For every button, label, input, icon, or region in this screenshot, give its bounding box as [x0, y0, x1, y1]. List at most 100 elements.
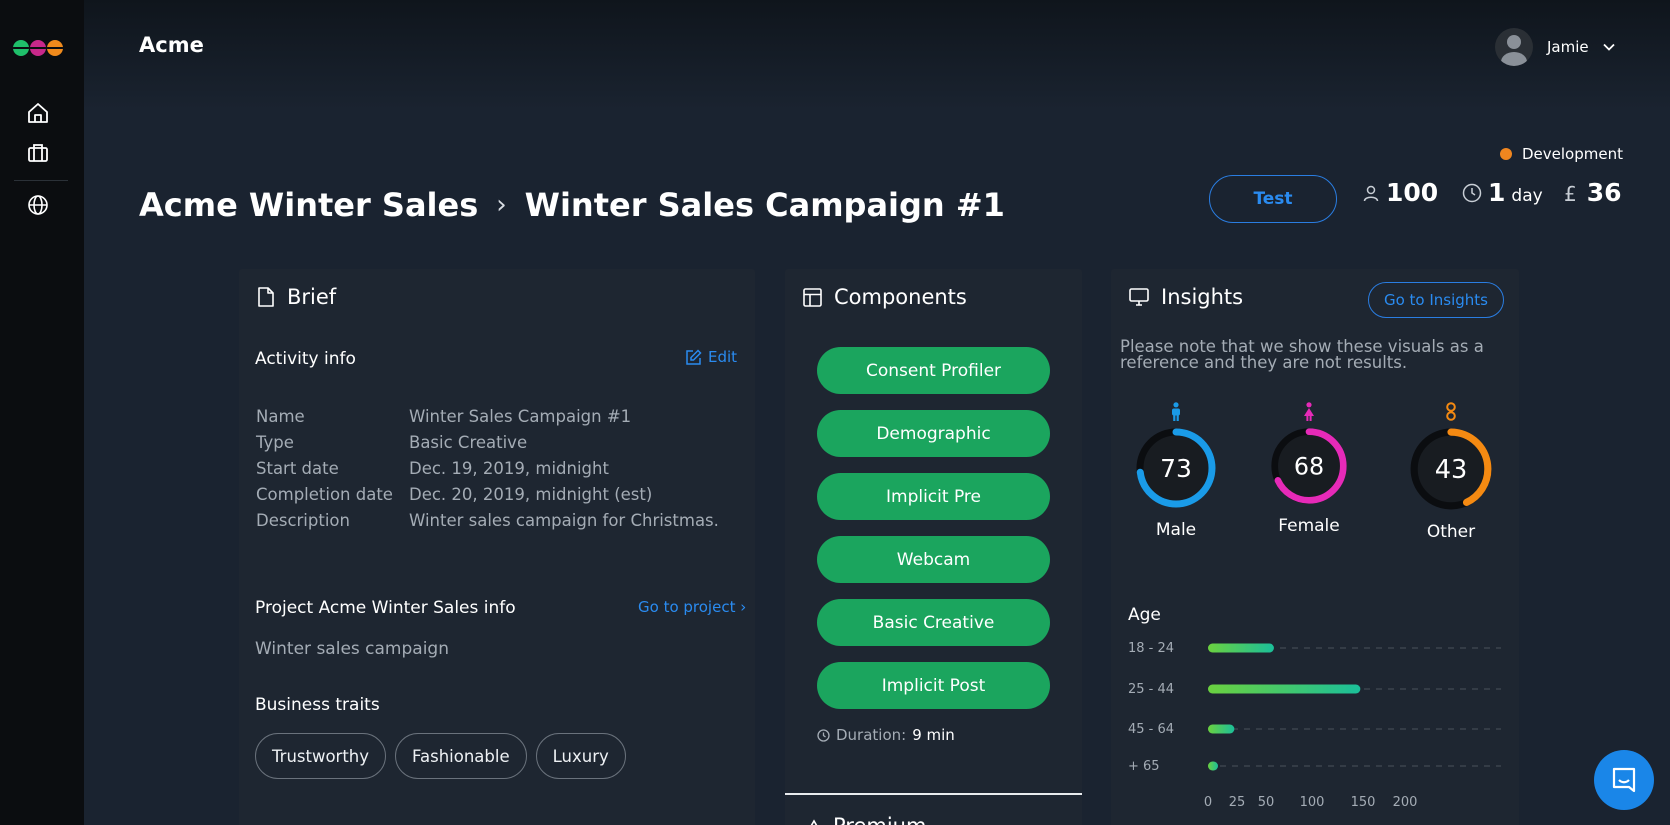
chat-launcher-button[interactable]: [1594, 750, 1654, 810]
info-value: Winter Sales Campaign #1: [409, 406, 632, 426]
brand-name: Acme: [139, 33, 204, 57]
currency-symbol: £: [1564, 182, 1577, 206]
info-value: Dec. 20, 2019, midnight (est): [409, 484, 653, 504]
components-duration: Duration: 9 min: [817, 726, 955, 744]
trait-chip[interactable]: Luxury: [535, 733, 626, 779]
duration-value: 1: [1488, 178, 1506, 207]
breadcrumb-separator: ›: [496, 190, 507, 220]
gender-female: 68 Female: [1269, 402, 1349, 536]
infinity-icon: [1446, 402, 1456, 421]
component-consent-profiler[interactable]: Consent Profiler: [817, 347, 1050, 394]
document-icon: [258, 287, 274, 307]
breadcrumb-project[interactable]: Acme Winter Sales: [139, 186, 478, 224]
info-value: Dec. 19, 2019, midnight: [409, 458, 609, 478]
go-to-insights-button[interactable]: Go to Insights: [1368, 282, 1504, 318]
participants-stat: 100: [1362, 178, 1438, 207]
sidebar-divider: [14, 180, 68, 181]
male-icon: [1172, 402, 1180, 421]
age-axis-tick: 50: [1258, 795, 1275, 810]
info-key: Name: [256, 406, 305, 426]
gauge-value: 43: [1435, 455, 1468, 485]
layout-icon: [803, 287, 822, 307]
top-bar: [84, 0, 1670, 110]
female-label: Female: [1278, 516, 1340, 536]
age-category-label: 18 - 24: [1128, 641, 1174, 656]
info-key: Completion date: [256, 484, 393, 504]
briefcase-icon[interactable]: [26, 141, 50, 165]
info-row: Start date Dec. 19, 2019, midnight: [256, 455, 719, 481]
component-implicit-post[interactable]: Implicit Post: [817, 662, 1050, 709]
info-row: Description Winter sales campaign for Chr…: [256, 507, 719, 533]
premium-icon: [810, 819, 818, 825]
age-axis-tick: 200: [1393, 795, 1418, 810]
component-basic-creative[interactable]: Basic Creative: [817, 599, 1050, 646]
project-info-title: Project Acme Winter Sales info: [255, 598, 516, 618]
project-description: Winter sales campaign: [255, 639, 449, 659]
app-logo[interactable]: [13, 40, 63, 56]
male-label: Male: [1155, 520, 1197, 540]
insights-header: Insights: [1129, 285, 1243, 309]
user-name: Jamie: [1547, 38, 1589, 56]
components-card: Components Consent Profiler Demographic …: [785, 269, 1082, 825]
age-bar: [1208, 761, 1218, 771]
chevron-down-icon: [1602, 43, 1615, 51]
participants-count: 100: [1386, 178, 1439, 207]
edit-label: Edit: [708, 348, 738, 366]
other-gauge: 43: [1410, 428, 1492, 510]
edit-link[interactable]: Edit: [685, 348, 737, 366]
logo-dot-magenta: [30, 40, 46, 56]
gender-other: 43 Other: [1408, 402, 1494, 542]
clock-icon: [817, 728, 830, 742]
test-button[interactable]: Test: [1209, 175, 1337, 223]
male-gauge: 73: [1136, 428, 1216, 508]
activity-info-title: Activity info: [255, 349, 356, 369]
duration-unit: day: [1511, 186, 1543, 206]
age-category-label: 25 - 44: [1128, 682, 1174, 697]
sidebar: [0, 0, 84, 825]
globe-icon[interactable]: [26, 193, 50, 217]
info-value: Winter sales campaign for Christmas.: [409, 510, 719, 530]
cost-value: 36: [1586, 178, 1622, 207]
info-value: Basic Creative: [409, 432, 528, 452]
trait-chip[interactable]: Fashionable: [395, 733, 527, 779]
info-row: Type Basic Creative: [256, 429, 719, 455]
info-key: Description: [256, 510, 350, 530]
duration-label: Duration:: [836, 726, 907, 744]
gender-male: 73 Male: [1134, 402, 1218, 540]
age-axis-tick: 150: [1351, 795, 1376, 810]
component-implicit-pre[interactable]: Implicit Pre: [817, 473, 1050, 520]
edit-icon: [686, 348, 702, 365]
component-demographic[interactable]: Demographic: [817, 410, 1050, 457]
age-axis-tick: 25: [1229, 795, 1246, 810]
logo-dot-green: [13, 40, 29, 56]
business-traits-title: Business traits: [255, 695, 380, 715]
premium-header: Premium: [805, 814, 926, 825]
components-title: Components: [834, 285, 967, 309]
female-gauge: 68: [1271, 428, 1347, 504]
environment-status-dot: [1500, 148, 1512, 160]
breadcrumb-activity: Winter Sales Campaign #1: [524, 186, 1005, 224]
component-webcam[interactable]: Webcam: [817, 536, 1050, 583]
info-key: Start date: [256, 458, 339, 478]
gauge-value: 68: [1294, 453, 1324, 481]
trait-chip[interactable]: Trustworthy: [255, 733, 387, 779]
other-label: Other: [1426, 522, 1476, 542]
insights-card: Insights Go to Insights Please note that…: [1111, 269, 1519, 825]
brief-title: Brief: [287, 285, 337, 309]
age-bar: [1208, 643, 1274, 653]
insights-note: Please note that we show these visuals a…: [1120, 337, 1484, 372]
female-icon: [1304, 402, 1314, 421]
components-header: Components: [803, 285, 967, 309]
brief-header: Brief: [257, 285, 336, 309]
chat-icon: [1612, 767, 1636, 793]
info-row: Name Winter Sales Campaign #1: [256, 403, 719, 429]
go-to-project-link[interactable]: Go to project ›: [638, 598, 746, 616]
activity-info-table: Name Winter Sales Campaign #1 Type Basic C…: [256, 403, 719, 533]
home-icon[interactable]: [26, 101, 50, 125]
cost-stat: £ 36: [1564, 178, 1622, 207]
age-category-label: + 65: [1128, 759, 1160, 774]
components-divider: [785, 793, 1082, 795]
components-list: Consent Profiler Demographic Implicit Pr…: [817, 347, 1050, 725]
user-menu[interactable]: Jamie: [1495, 28, 1615, 66]
person-icon: [1363, 185, 1379, 201]
